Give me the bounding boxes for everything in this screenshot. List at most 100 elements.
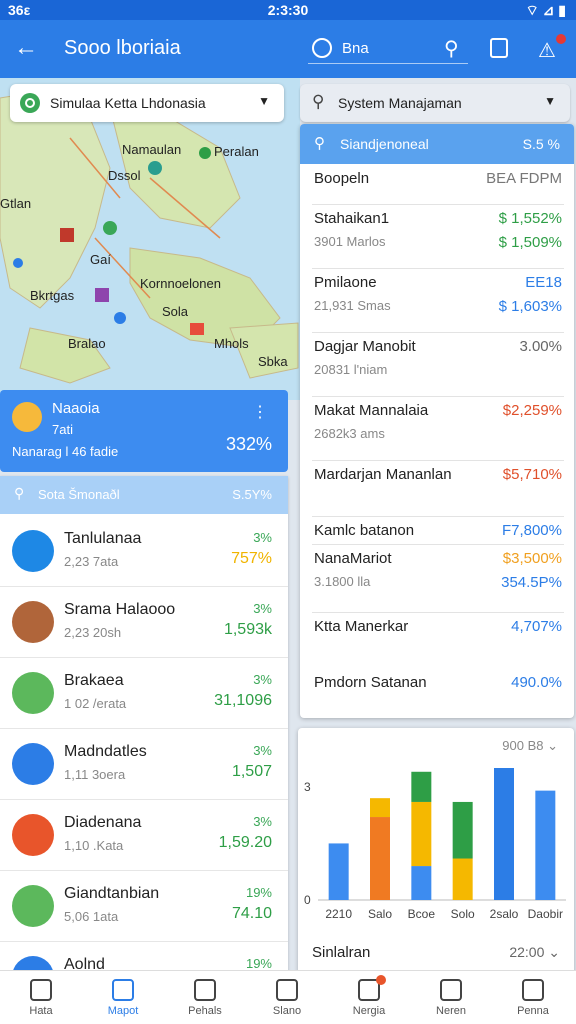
list-item-v1: F7,800% xyxy=(501,522,562,539)
nav-item[interactable]: Hata xyxy=(0,971,82,1024)
list-item-v1: 4,707% xyxy=(511,618,562,635)
map-label: Bkrtgas xyxy=(30,288,75,303)
nav-label: Neren xyxy=(436,1005,466,1017)
panel-header-value: S.5 % xyxy=(522,136,560,152)
chart-bar[interactable] xyxy=(494,768,514,900)
map-view[interactable]: Namaulan Peralan Dssol Gtlan Gaí Kornnoe… xyxy=(0,78,300,400)
map-label: Sola xyxy=(162,304,189,319)
y-tick-label: 0 xyxy=(304,893,311,907)
region-list-panel: ⚲ Sota Šmonaðl S.5Y% Tanlulanaa 2,23 7ata… xyxy=(0,476,288,976)
more-icon[interactable]: ⋮ xyxy=(252,402,268,422)
list-item[interactable]: Giandtanbian 5,06 1ata 19% 74.10 xyxy=(0,871,288,942)
list-item-nm: Ktta Manerkar xyxy=(314,618,409,635)
chart-bar[interactable] xyxy=(452,858,473,900)
nav-icon xyxy=(522,979,544,1001)
list-item[interactable]: Brakaea 1 02 /erata 3% 31,1096 xyxy=(0,658,288,729)
x-tick-label: Bcoe xyxy=(408,907,436,921)
map-label: Mhols xyxy=(214,336,249,351)
avatar xyxy=(12,601,54,643)
list-item-sub: 2,23 20sh xyxy=(64,625,122,640)
highlight-sub2: Nanarag l 46 fadie xyxy=(12,444,119,459)
highlight-card[interactable]: Naaoia 7ati Nanarag l 46 fadie 332% ⋮ xyxy=(0,390,288,472)
chart-footer-label: Sinlalran xyxy=(312,944,371,961)
chart-bar[interactable] xyxy=(411,866,432,900)
region-search[interactable]: Bna ⚲ xyxy=(308,36,468,64)
bottom-navigation: Hata Mapot Pehals Slano Nergia Neren Penna xyxy=(0,970,576,1024)
search-icon[interactable]: ⚲ xyxy=(14,485,24,502)
map-search-text: Simulaa Ketta Lhdonasia xyxy=(50,95,206,111)
system-dropdown[interactable]: ⚲ System Manajaman ▼ xyxy=(300,84,570,122)
list-item-pct: 3% xyxy=(253,601,272,616)
list-item-nm: Makat Mannalaia xyxy=(314,402,429,419)
list-item-val: 74.10 xyxy=(231,905,272,922)
list-item-nm: Srama Halaooo xyxy=(64,601,176,618)
divider xyxy=(312,460,564,461)
nav-icon xyxy=(112,979,134,1001)
list-item-pct: 19% xyxy=(245,956,272,971)
list-item[interactable]: Diadenana 1,10 .Kata 3% 1,59.20 xyxy=(0,800,288,871)
list-item-val: 31,1096 xyxy=(214,692,272,709)
avatar xyxy=(12,814,54,856)
chart-bar[interactable] xyxy=(370,798,390,818)
chart-bar[interactable] xyxy=(411,801,432,867)
avatar xyxy=(12,885,54,927)
map-label: Kornnoelonen xyxy=(140,276,221,291)
x-tick-label: Daobir xyxy=(528,907,563,921)
map-label: Gtlan xyxy=(0,196,32,211)
chart-bar[interactable] xyxy=(328,843,349,900)
list-item-v1: $ 1,552% xyxy=(498,210,562,227)
nav-icon xyxy=(440,979,462,1001)
list-item-sub: 1,10 .Kata xyxy=(64,838,124,853)
list-item-v1: $2,259% xyxy=(502,402,562,419)
list-item-sub: 1 02 /erata xyxy=(64,696,127,711)
map-search-dropdown[interactable]: Simulaa Ketta Lhdonasia ▼ xyxy=(10,84,284,122)
list-item[interactable]: Srama Halaooo 2,23 20sh 3% 1,593k xyxy=(0,587,288,658)
region-label: Bna xyxy=(342,40,369,57)
avatar xyxy=(12,672,54,714)
avatar xyxy=(12,743,54,785)
list-item-pct: 3% xyxy=(253,814,272,829)
panel-header-title: Siandjenoneal xyxy=(340,136,429,152)
nav-item[interactable]: Neren xyxy=(410,971,492,1024)
list-item[interactable]: Tanlulanaa 2,23 7ata 3% 757% xyxy=(0,516,288,587)
x-tick-label: 2210 xyxy=(325,907,352,921)
nav-label: Mapot xyxy=(107,1005,139,1017)
divider xyxy=(312,396,564,397)
x-tick-label: Salo xyxy=(368,907,392,921)
system-dropdown-text: System Manajaman xyxy=(338,95,462,111)
search-icon[interactable]: ⚲ xyxy=(314,134,325,152)
chart-bar[interactable] xyxy=(535,790,556,900)
nav-item[interactable]: Nergia xyxy=(328,971,410,1024)
chart-bar[interactable] xyxy=(370,817,390,900)
nav-item[interactable]: Slano xyxy=(246,971,328,1024)
list-item-nm: Boopeln xyxy=(314,170,370,187)
nav-item[interactable]: Mapot xyxy=(82,971,164,1024)
globe-icon xyxy=(312,38,332,58)
highlight-value: 332% xyxy=(225,434,272,454)
chart-bar[interactable] xyxy=(411,771,432,802)
nav-item[interactable]: Pehals xyxy=(164,971,246,1024)
list-item-pct: 3% xyxy=(253,530,272,545)
back-arrow-icon[interactable]: ← xyxy=(14,34,38,62)
document-icon[interactable] xyxy=(490,38,508,58)
chart-footer-value[interactable]: 22:00 ⌄ xyxy=(509,944,560,961)
map-label: Sbka xyxy=(258,354,288,369)
list-item-nm: Madndatles xyxy=(64,743,147,760)
status-time: 2:3:30 xyxy=(267,2,309,18)
map-label: Peralan xyxy=(214,144,259,159)
list-item-val: 1,593k xyxy=(223,621,272,638)
chevron-down-icon: ▼ xyxy=(258,94,270,108)
system-list-panel: ⚲ Siandjenoneal S.5 % Boopeln BEA FDPM Sta… xyxy=(300,124,574,718)
search-icon[interactable]: ⚲ xyxy=(444,36,459,61)
list-item[interactable]: Madndatles 1,11 3oera 3% 1,507 xyxy=(0,729,288,800)
list-item-sub: 5,06 1ata xyxy=(64,909,119,924)
list-item-pct: 19% xyxy=(245,885,272,900)
panel-header: ⚲ Siandjenoneal S.5 % xyxy=(300,124,574,164)
list-item-nm: Mardarjan Mananlan xyxy=(314,466,452,483)
notification-icon[interactable]: ⚠ xyxy=(538,38,556,63)
panel-header-value: S.5Y% xyxy=(232,487,272,502)
list-item-sub: 1,11 3oera xyxy=(64,767,126,782)
list-item-sub: 2,23 7ata xyxy=(64,554,119,569)
chart-bar[interactable] xyxy=(452,801,473,859)
nav-item[interactable]: Penna xyxy=(492,971,574,1024)
